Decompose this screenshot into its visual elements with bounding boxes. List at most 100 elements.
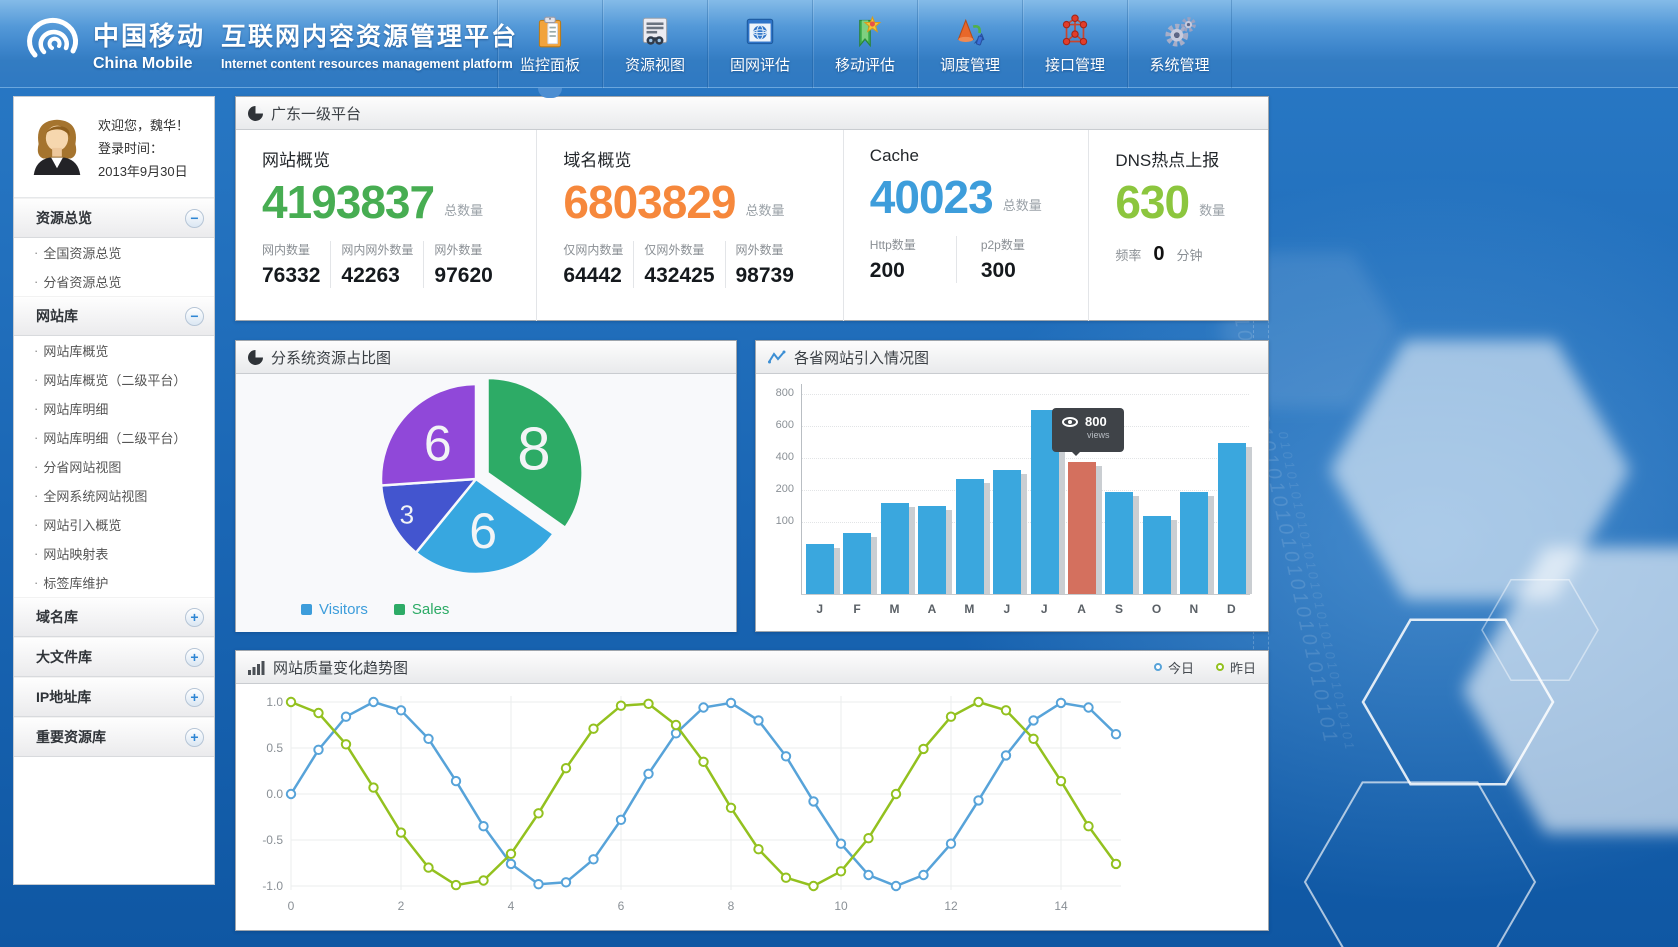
collapse-toggle-icon[interactable]: −	[185, 307, 204, 326]
y-axis-tick-label: 0.5	[266, 741, 283, 755]
data-point	[782, 752, 790, 760]
data-point	[617, 816, 625, 824]
data-point	[1112, 860, 1120, 868]
nav-item-fixed-net-eval[interactable]: 固网评估	[707, 0, 812, 88]
bar[interactable]	[1068, 462, 1096, 594]
data-point	[479, 822, 487, 830]
nav-item-interface-mgmt[interactable]: 接口管理	[1022, 0, 1127, 88]
data-point	[589, 725, 597, 733]
data-point	[534, 880, 542, 888]
sidebar-section-website-library[interactable]: 网站库 −	[14, 296, 214, 336]
data-point	[892, 882, 900, 890]
hexagon-decor	[1463, 547, 1678, 833]
bar[interactable]	[956, 479, 984, 594]
bar[interactable]	[1143, 516, 1171, 594]
data-point	[644, 700, 652, 708]
legend-item-visitors[interactable]: Visitors	[301, 601, 368, 618]
y-axis-tick-label: 800	[756, 387, 794, 399]
sidebar-item[interactable]: 分省网站视图	[14, 452, 214, 481]
legend-item-yesterday[interactable]: 昨日	[1216, 658, 1256, 677]
pie-chart-panel: 分系统资源占比图 8636 Visitors Sales	[235, 340, 737, 632]
stats-panel-header: 广东一级平台	[236, 97, 1268, 130]
bar-shadow	[909, 507, 915, 594]
sidebar-item[interactable]: 全网系统网站视图	[14, 481, 214, 510]
expand-toggle-icon[interactable]: +	[185, 608, 204, 627]
sidebar-item[interactable]: 网站库概览	[14, 336, 214, 365]
sidebar-section-ip-library[interactable]: IP地址库 +	[14, 677, 214, 717]
x-axis-tick-label: J	[1026, 602, 1063, 616]
nav-item-mobile-eval[interactable]: 移动评估	[812, 0, 917, 88]
bar-chart-panel: 各省网站引入情况图 800 views 800600400200100JFMAM…	[755, 340, 1269, 632]
bar[interactable]	[1180, 492, 1208, 594]
sidebar-item[interactable]: 网站库明细	[14, 394, 214, 423]
eye-icon	[1062, 417, 1078, 427]
sidebar-section-resource-overview[interactable]: 资源总览 −	[14, 198, 214, 238]
hexagon-decor	[1305, 782, 1535, 947]
bar-shadow	[871, 537, 877, 594]
globe-window-icon	[742, 14, 778, 50]
bar[interactable]	[881, 503, 909, 594]
sidebar-item[interactable]: 网站库明细（二级平台）	[14, 423, 214, 452]
sidebar-item[interactable]: 网站引入概览	[14, 510, 214, 539]
nav-item-system-mgmt[interactable]: 系统管理	[1127, 0, 1232, 88]
nav-item-monitor-panel[interactable]: 监控面板	[497, 0, 602, 88]
welcome-text: 欢迎您，魏华！	[98, 115, 189, 138]
sidebar-section-bigfile-library[interactable]: 大文件库 +	[14, 637, 214, 677]
bar[interactable]	[918, 506, 946, 594]
tooltip-unit: views	[1087, 430, 1124, 440]
data-point	[479, 876, 487, 884]
bar[interactable]	[1105, 492, 1133, 594]
sidebar-item[interactable]: 网站库概览（二级平台）	[14, 365, 214, 394]
bar[interactable]	[843, 533, 871, 594]
collapse-toggle-icon[interactable]: −	[185, 209, 204, 228]
sidebar-item[interactable]: 网站映射表	[14, 539, 214, 568]
data-point	[754, 845, 762, 853]
gridline	[802, 426, 1249, 427]
sidebar: 欢迎您，魏华！ 登录时间： 2013年9月30日 资源总览 − 全国资源总览 分…	[13, 96, 215, 885]
award-ribbon-icon	[847, 14, 883, 50]
section-title: 域名库	[36, 607, 78, 627]
data-point	[452, 777, 460, 785]
expand-toggle-icon[interactable]: +	[185, 728, 204, 747]
nav-item-dispatch-mgmt[interactable]: 调度管理	[917, 0, 1022, 88]
expand-toggle-icon[interactable]: +	[185, 648, 204, 667]
data-point	[809, 797, 817, 805]
data-point	[397, 828, 405, 836]
expand-toggle-icon[interactable]: +	[185, 688, 204, 707]
legend-item-sales[interactable]: Sales	[394, 601, 450, 618]
nav-item-resource-view[interactable]: 资源视图	[602, 0, 707, 88]
x-axis-tick-label: 12	[944, 899, 958, 913]
sidebar-item-national-resources[interactable]: 全国资源总览	[14, 238, 214, 267]
sidebar-section-domain-library[interactable]: 域名库 +	[14, 597, 214, 637]
line-chart-icon	[768, 350, 786, 365]
x-axis-tick-label: 6	[618, 899, 625, 913]
bar-shadow	[1171, 520, 1177, 594]
bar[interactable]	[806, 544, 834, 594]
data-point	[892, 790, 900, 798]
platform-title: 互联网内容资源管理平台	[221, 17, 518, 53]
legend-swatch	[301, 604, 312, 615]
data-point	[837, 840, 845, 848]
legend-item-today[interactable]: 今日	[1154, 658, 1194, 677]
bar-shadow	[984, 483, 990, 594]
sidebar-item-provincial-resources[interactable]: 分省资源总览	[14, 267, 214, 296]
stat-card-cache: Cache 40023 总数量 Http数量 200 p2p数量 300	[843, 130, 1089, 321]
document-binoculars-icon	[637, 14, 673, 50]
bar[interactable]	[1218, 443, 1246, 594]
data-point	[1057, 699, 1065, 707]
stats-panel-title: 广东一级平台	[271, 103, 361, 124]
sidebar-section-important-resources[interactable]: 重要资源库 +	[14, 717, 214, 757]
total-count-value: 630	[1115, 179, 1189, 225]
substat: 网内数量 76332	[262, 241, 331, 288]
data-point	[1057, 777, 1065, 785]
sidebar-item[interactable]: 标签库维护	[14, 568, 214, 597]
brand-text: 中国移动 China Mobile	[93, 16, 205, 73]
pie-panel-header: 分系统资源占比图	[236, 341, 736, 374]
hexagon-decor	[1363, 620, 1553, 785]
nav-item-label: 资源视图	[625, 54, 685, 75]
bar[interactable]	[993, 470, 1021, 594]
data-point	[342, 713, 350, 721]
pie-slice-label: 3	[400, 500, 414, 530]
line-legend: 今日 昨日	[1154, 658, 1256, 677]
total-count-label: 总数量	[746, 200, 785, 219]
